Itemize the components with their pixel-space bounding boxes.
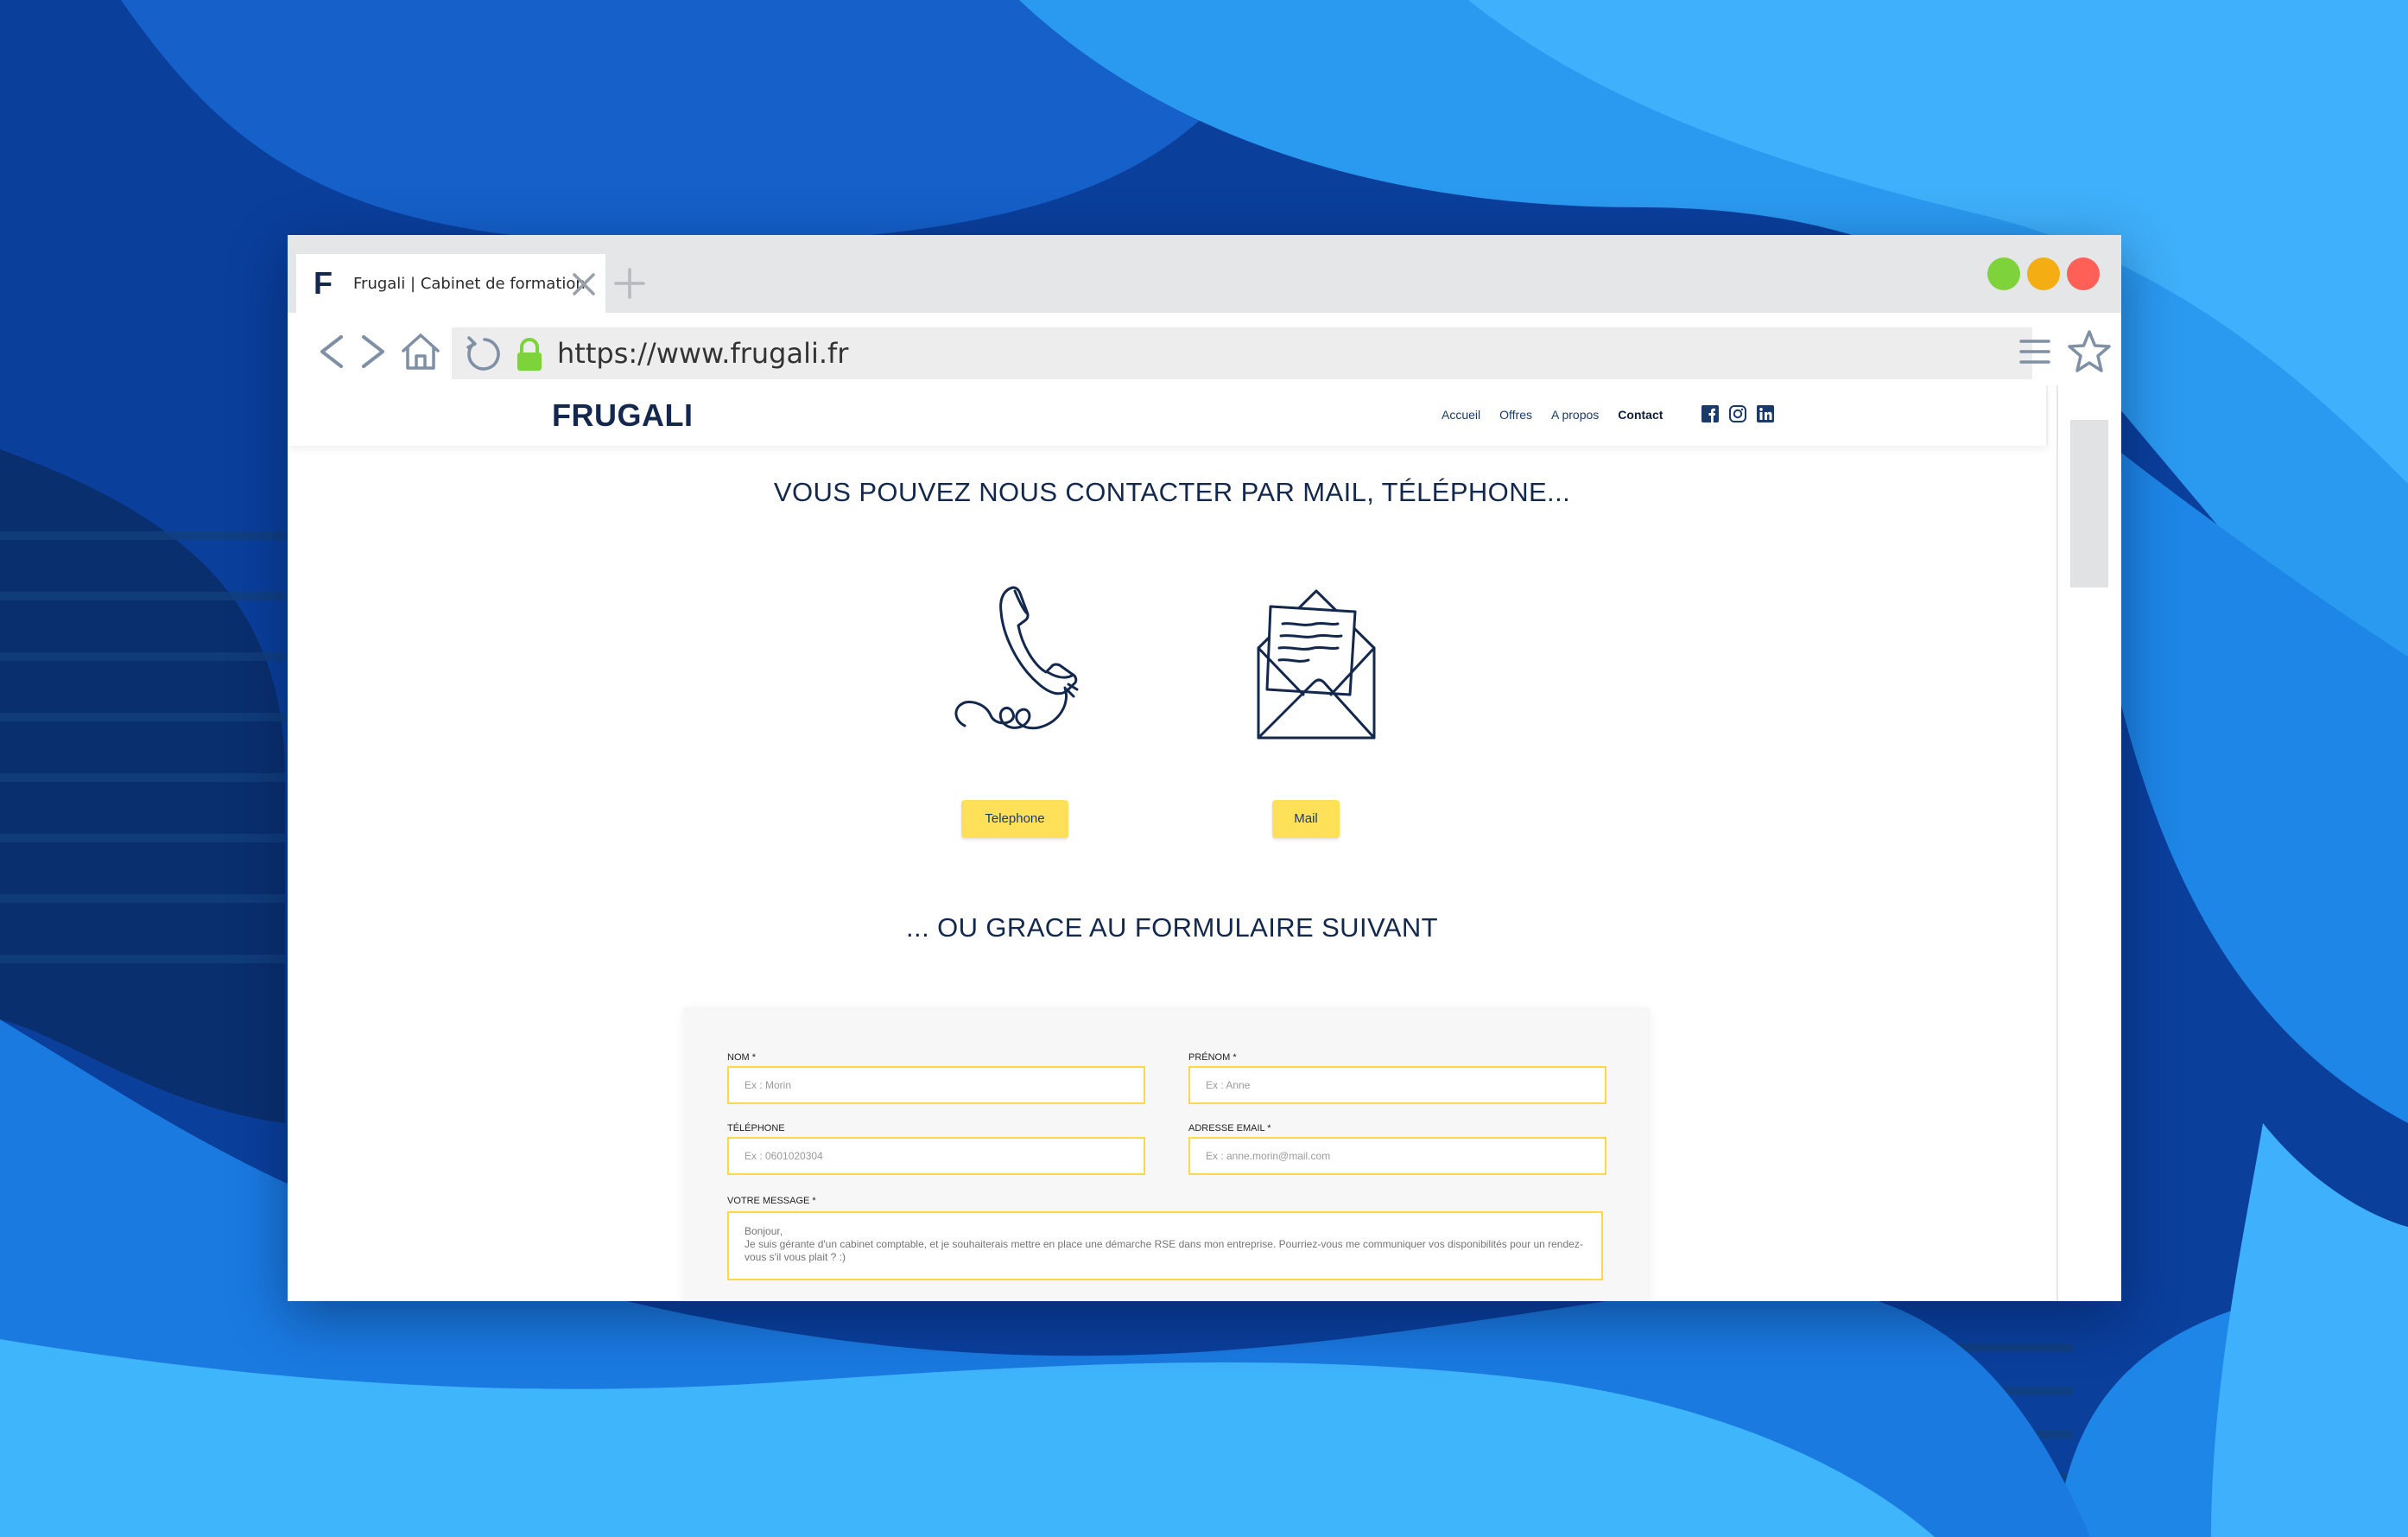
telephone-label: TÉLÉPHONE [727,1123,785,1134]
url-text: https://www.frugali.fr [557,337,849,370]
window-close-button[interactable] [2067,257,2100,290]
window-minimize-button[interactable] [1987,257,2020,290]
browser-tab[interactable]: F Frugali | Cabinet de formation [296,254,605,313]
linkedin-icon[interactable] [1756,404,1775,423]
message-label: VOTRE MESSAGE * [727,1196,816,1206]
main-nav: Accueil Offres A propos Contact [1442,408,1663,422]
close-icon[interactable] [571,271,597,297]
reload-icon[interactable] [462,334,502,374]
social-links [1701,404,1775,423]
nav-item-contact[interactable]: Contact [1618,408,1663,422]
prenom-label: PRÉNOM * [1188,1052,1237,1063]
browser-toolbar: https://www.frugali.fr [288,313,2121,385]
back-icon[interactable] [314,332,350,372]
forward-icon[interactable] [355,332,391,372]
prenom-input[interactable] [1188,1066,1606,1104]
message-textarea[interactable] [727,1211,1603,1280]
nav-item-a-propos[interactable]: A propos [1551,408,1599,422]
address-bar[interactable]: https://www.frugali.fr [452,327,2032,379]
tab-title: Frugali | Cabinet de formation [353,274,586,293]
star-icon[interactable] [2065,328,2113,375]
contact-heading: VOUS POUVEZ NOUS CONTACTER PAR MAIL, TÉL… [773,477,1571,507]
menu-icon[interactable] [2018,334,2052,369]
scrollbar[interactable] [2056,385,2121,1301]
phone-illustration-icon [954,586,1079,730]
telephone-input[interactable] [727,1137,1145,1175]
contact-form: NOM * PRÉNOM * TÉLÉPHONE ADRESSE EMAIL *… [684,1007,1650,1301]
tab-favicon: F [314,265,333,301]
email-label: ADRESSE EMAIL * [1188,1123,1271,1134]
new-tab-icon[interactable] [612,266,647,301]
mail-button[interactable]: Mail [1272,800,1340,838]
page-viewport: FRUGALI Accueil Offres A propos Contact … [288,385,2056,1301]
lock-icon [517,338,542,371]
email-input[interactable] [1188,1137,1606,1175]
tab-bar: F Frugali | Cabinet de formation [288,235,2121,313]
nom-input[interactable] [727,1066,1145,1104]
mail-illustration-icon [1257,589,1376,740]
site-header: FRUGALI Accueil Offres A propos Contact [288,385,2048,446]
nav-item-offres[interactable]: Offres [1499,408,1532,422]
telephone-button[interactable]: Telephone [961,800,1068,838]
site-logo[interactable]: FRUGALI [552,397,693,434]
scrollbar-thumb[interactable] [2070,420,2108,587]
nom-label: NOM * [727,1052,756,1063]
nav-item-accueil[interactable]: Accueil [1442,408,1480,422]
home-icon[interactable] [400,332,441,372]
facebook-icon[interactable] [1701,404,1720,423]
form-heading: ... OU GRACE AU FORMULAIRE SUIVANT [906,912,1438,943]
instagram-icon[interactable] [1728,404,1747,423]
window-maximize-button[interactable] [2027,257,2060,290]
browser-window: F Frugali | Cabinet de formation https:/… [288,235,2121,1301]
